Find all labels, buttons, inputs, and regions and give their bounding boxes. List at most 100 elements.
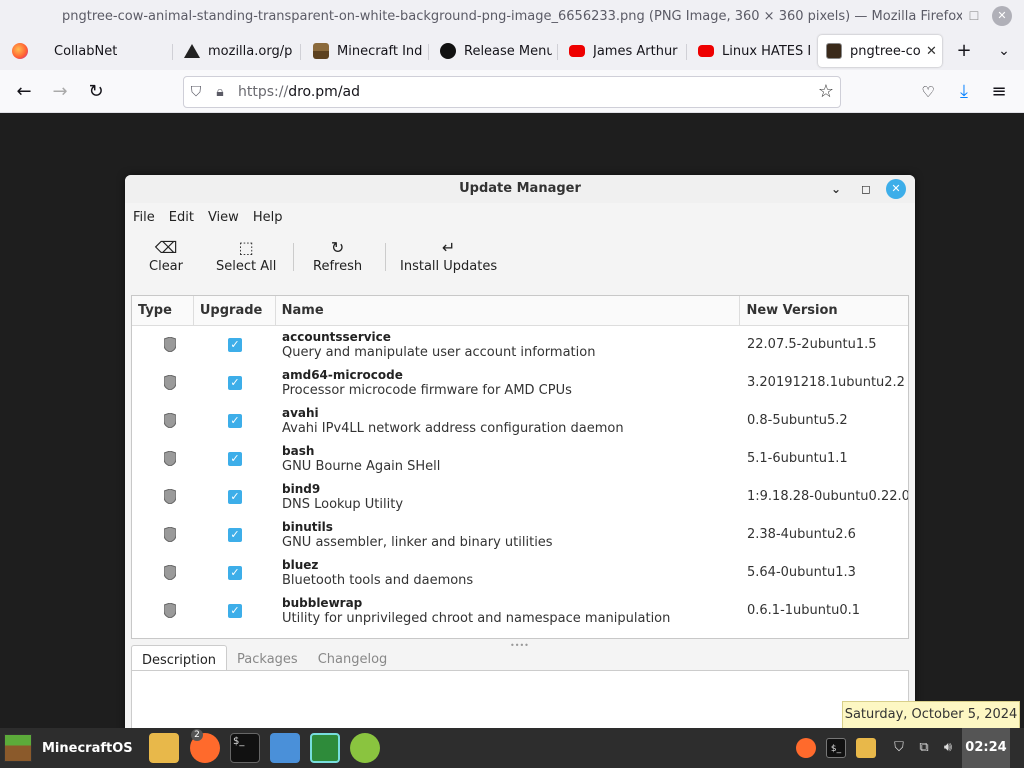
close-window-button[interactable]: ✕ — [992, 6, 1012, 26]
tab-3[interactable]: Release Menu — [432, 35, 552, 67]
back-button[interactable]: ← — [10, 78, 38, 106]
table-row[interactable]: ✓ avahi Avahi IPv4LL network address confi… — [132, 402, 908, 440]
table-row[interactable]: ✓ amd64-microcode Processor microcode firm… — [132, 364, 908, 402]
clear-button[interactable]: ⌫ Clear — [149, 237, 183, 274]
upgrade-checkbox[interactable]: ✓ — [228, 604, 242, 618]
tab-4[interactable]: James Arthur — [561, 35, 681, 67]
upgrade-checkbox[interactable]: ✓ — [228, 566, 242, 580]
package-version: 5.1-6ubuntu1.1 — [747, 451, 848, 466]
forward-button[interactable]: → — [46, 78, 74, 106]
clock[interactable]: 02:24 — [962, 728, 1010, 768]
pane-resize-handle[interactable]: •••• — [510, 641, 529, 650]
url-bar[interactable]: ⛉ 🔒︎ https://dro.pm/ad ☆ — [183, 76, 841, 108]
date-tooltip: Saturday, October 5, 2024 — [842, 701, 1020, 729]
window-manager-icon[interactable] — [270, 733, 300, 763]
update-manager-window: Update Manager ⌄ ◻ ✕ File Edit View Help… — [125, 175, 915, 735]
menu-view[interactable]: View — [208, 210, 239, 225]
upgrade-checkbox[interactable]: ✓ — [228, 528, 242, 542]
tab-5[interactable]: Linux HATES M — [690, 35, 810, 67]
tab-6-active[interactable]: pngtree-cov ✕ — [818, 35, 942, 67]
package-info: bash GNU Bourne Again SHell — [282, 443, 742, 475]
package-info: amd64-microcode Processor microcode firmw… — [282, 367, 742, 399]
menu-file[interactable]: File — [133, 210, 155, 225]
select-all-icon: ⬚ — [238, 238, 254, 257]
globe-app-icon[interactable] — [350, 733, 380, 763]
firefox-icon — [12, 43, 28, 59]
package-version: 22.07.5-2ubuntu1.5 — [747, 337, 877, 352]
tab-label: CollabNet — [54, 43, 118, 59]
toolbar: ⌫ Clear ⬚ Select All ↻ Refresh ↵ Install… — [125, 231, 915, 287]
url-text[interactable]: https://dro.pm/ad — [238, 84, 360, 100]
select-all-button[interactable]: ⬚ Select All — [216, 237, 276, 274]
volume-icon[interactable]: 🔊︎ — [938, 738, 958, 758]
table-row[interactable]: ✓ bluez Bluetooth tools and daemons 5.64-0u… — [132, 554, 908, 592]
package-description: GNU assembler, linker and binary utiliti… — [282, 535, 553, 550]
upgrade-checkbox[interactable]: ✓ — [228, 490, 242, 504]
security-shield-icon — [163, 526, 177, 543]
start-menu-button[interactable]: MinecraftOS — [4, 732, 133, 764]
package-info: bluez Bluetooth tools and daemons — [282, 557, 742, 589]
shield-tray-icon[interactable]: ⛉ — [889, 738, 909, 758]
tab-label: pngtree-cov — [850, 43, 920, 59]
table-row[interactable]: ✓ bubblewrap Utility for unprivileged chro… — [132, 592, 908, 630]
close-tab-icon[interactable]: ✕ — [926, 44, 937, 59]
security-shield-icon — [163, 450, 177, 467]
security-shield-icon — [163, 602, 177, 619]
update-manager-shield-icon[interactable] — [310, 733, 340, 763]
tab-1[interactable]: mozilla.org/p — [176, 35, 294, 67]
new-tab-button[interactable]: + — [950, 37, 978, 65]
warning-icon — [184, 44, 200, 58]
install-updates-button[interactable]: ↵ Install Updates — [400, 237, 497, 274]
column-new-version[interactable]: New Version — [740, 296, 908, 326]
update-manager-titlebar: Update Manager ⌄ ◻ ✕ — [125, 175, 915, 203]
menu-help[interactable]: Help — [253, 210, 283, 225]
terminal-tray-icon[interactable]: $_ — [826, 738, 846, 758]
close-button[interactable]: ✕ — [886, 179, 906, 199]
table-row[interactable]: ✓ binutils GNU assembler, linker and binar… — [132, 516, 908, 554]
package-name: bubblewrap — [282, 596, 363, 610]
downloads-icon[interactable]: ⤓ — [950, 78, 978, 106]
firefox-view-tab[interactable] — [4, 35, 32, 67]
folder-tray-icon[interactable] — [856, 738, 876, 758]
tab-label: Minecraft Ind — [337, 43, 423, 59]
package-description: GNU Bourne Again SHell — [282, 459, 441, 474]
terminal-icon[interactable]: $_ — [230, 733, 260, 763]
list-tabs-button[interactable]: ⌄ — [990, 37, 1018, 65]
package-info: accountsservice Query and manipulate user… — [282, 329, 742, 361]
maximize-button[interactable]: ◻ — [856, 179, 876, 199]
menu-edit[interactable]: Edit — [169, 210, 194, 225]
firefox-tray-icon[interactable] — [796, 738, 816, 758]
package-version: 3.20191218.1ubuntu2.2 — [747, 375, 905, 390]
upgrade-checkbox[interactable]: ✓ — [228, 452, 242, 466]
table-row[interactable]: ✓ accountsservice Query and manipulate use… — [132, 326, 908, 364]
column-name[interactable]: Name — [276, 296, 741, 326]
youtube-icon — [698, 45, 714, 57]
bookmark-star-icon[interactable]: ☆ — [818, 81, 834, 102]
column-type[interactable]: Type — [132, 296, 194, 326]
refresh-button[interactable]: ↻ Refresh — [313, 237, 362, 274]
upgrade-checkbox[interactable]: ✓ — [228, 376, 242, 390]
table-row[interactable]: ✓ bash GNU Bourne Again SHell 5.1-6ubuntu1.… — [132, 440, 908, 478]
tab-2[interactable]: Minecraft Ind — [305, 35, 423, 67]
tab-label: Release Menu — [464, 43, 552, 59]
reload-button[interactable]: ↻ — [82, 78, 110, 106]
table-header: Type Upgrade Name New Version — [132, 296, 908, 326]
pocket-icon[interactable]: ♡ — [914, 78, 942, 106]
files-icon[interactable] — [149, 733, 179, 763]
upgrade-checkbox[interactable]: ✓ — [228, 414, 242, 428]
column-upgrade[interactable]: Upgrade — [194, 296, 276, 326]
return-icon: ↵ — [441, 238, 456, 257]
app-menu-icon[interactable]: ≡ — [985, 78, 1013, 106]
tab-0[interactable]: CollabNet — [46, 35, 170, 67]
upgrade-checkbox[interactable]: ✓ — [228, 338, 242, 352]
table-row[interactable]: ✓ bind9 DNS Lookup Utility 1:9.18.28-0ubunt… — [132, 478, 908, 516]
package-description: Utility for unprivileged chroot and name… — [282, 611, 671, 626]
lock-icon[interactable]: 🔒︎ — [208, 84, 232, 100]
minimize-button[interactable]: ⌄ — [826, 179, 846, 199]
security-shield-icon — [163, 488, 177, 505]
network-icon[interactable]: ⧉ — [914, 738, 934, 758]
shield-icon[interactable]: ⛉ — [184, 84, 208, 100]
menu-label: MinecraftOS — [42, 740, 133, 756]
navigation-bar: ← → ↻ ⛉ 🔒︎ https://dro.pm/ad ☆ ♡ ⤓ ≡ — [0, 70, 1024, 113]
maximize-button[interactable]: ☐ — [964, 6, 984, 26]
